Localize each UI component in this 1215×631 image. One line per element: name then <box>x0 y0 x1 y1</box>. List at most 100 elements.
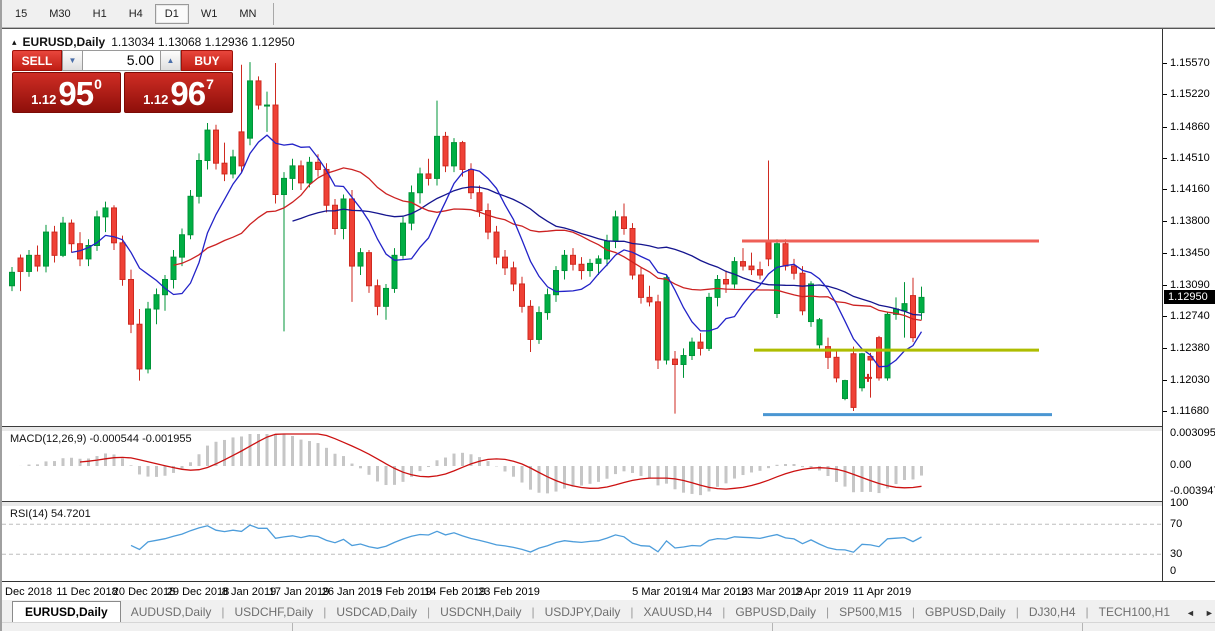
candle-body <box>622 217 627 229</box>
spin-down-icon: ▼ <box>69 56 77 65</box>
macd-axis-label: 0.003095 <box>1170 427 1215 439</box>
candle-body <box>137 324 142 369</box>
candle-body <box>197 161 202 197</box>
candle-body <box>10 272 15 285</box>
rsi-chart-canvas[interactable] <box>2 506 1162 580</box>
price-tick-mark <box>1163 158 1167 159</box>
candle-body <box>681 356 686 365</box>
candle-body <box>834 357 839 378</box>
current-price-tag: 1.12950 <box>1164 290 1215 304</box>
price-axis[interactable]: 1.155701.152201.148601.145101.141601.138… <box>1162 29 1215 599</box>
price-tick-label: 1.13800 <box>1170 215 1210 227</box>
candle-body <box>877 338 882 378</box>
candle-body <box>817 320 822 345</box>
price-tick-mark <box>1163 348 1167 349</box>
chart-tab-eurusd-daily[interactable]: EURUSD,Daily <box>12 601 121 622</box>
timeframe-button-w1[interactable]: W1 <box>191 4 228 24</box>
candle-body <box>860 354 865 388</box>
candle-body <box>273 105 278 194</box>
timeframe-button-m30[interactable]: M30 <box>39 4 80 24</box>
tabs-scroll-right-icon[interactable]: ► <box>1205 608 1214 618</box>
candle-body <box>69 223 74 244</box>
candle-body <box>418 174 423 193</box>
candle-body <box>460 143 465 170</box>
date-tick-label: 14 Feb 2019 <box>424 586 486 598</box>
price-chart-pane[interactable]: ▴ EURUSD,Daily 1.13034 1.13068 1.12936 1… <box>2 31 1162 426</box>
candle-body <box>698 342 703 348</box>
candle-body <box>690 342 695 355</box>
candle-body <box>409 193 414 223</box>
timeframe-button-h4[interactable]: H4 <box>119 4 153 24</box>
candle-body <box>316 162 321 169</box>
volume-input[interactable]: 5.00 <box>83 50 160 71</box>
candle-body <box>214 130 219 163</box>
candle-body <box>613 217 618 241</box>
sell-button[interactable]: SELL <box>12 50 62 71</box>
candle-body <box>809 284 814 322</box>
chart-tab-gbpusd-daily[interactable]: GBPUSD,Daily <box>915 602 1016 622</box>
candle-body <box>61 223 66 255</box>
sell-price-tile[interactable]: 1.12 95 0 <box>12 72 121 113</box>
chart-tab-audusd-daily[interactable]: AUDUSD,Daily <box>121 602 222 622</box>
tabs-scroll-left-icon[interactable]: ◄ <box>1186 608 1195 618</box>
candle-body <box>426 174 431 178</box>
timeframe-button-mn[interactable]: MN <box>229 4 266 24</box>
volume-increase-button[interactable]: ▲ <box>160 50 181 71</box>
candle-body <box>656 302 661 360</box>
date-tick-label: 14 Mar 2019 <box>686 586 748 598</box>
candle-body <box>724 279 729 283</box>
price-tick-label: 1.14510 <box>1170 152 1210 164</box>
candle-body <box>766 241 771 259</box>
buy-button[interactable]: BUY <box>181 50 233 71</box>
timeframe-button-d1[interactable]: D1 <box>155 4 189 24</box>
collapse-icon[interactable]: ▴ <box>12 37 17 48</box>
macd-indicator-pane[interactable]: MACD(12,26,9) -0.000544 -0.001955 <box>2 431 1162 501</box>
one-click-trade-panel: SELL ▼ 5.00 ▲ BUY 1.12 95 0 1.12 96 7 <box>12 50 233 114</box>
sell-price-pip-digit: 0 <box>94 76 102 92</box>
volume-decrease-button[interactable]: ▼ <box>62 50 83 71</box>
candle-body <box>180 235 185 257</box>
candle-body <box>239 132 244 166</box>
chart-tab-gbpusd-daily[interactable]: GBPUSD,Daily <box>725 602 826 622</box>
candle-body <box>588 263 593 270</box>
candle-body <box>647 297 652 301</box>
candle-body <box>205 130 210 160</box>
candle-body <box>282 178 287 194</box>
date-tick-label: 5 Mar 2019 <box>632 586 688 598</box>
price-tick-mark <box>1163 411 1167 412</box>
candle-body <box>511 268 516 284</box>
price-tick-label: 1.15570 <box>1170 57 1210 69</box>
chart-tab-sp500-m15[interactable]: SP500,M15 <box>829 602 912 622</box>
chart-tab-usdcnh-daily[interactable]: USDCNH,Daily <box>430 602 531 622</box>
date-tick-label: 2 Apr 2019 <box>795 586 848 598</box>
statusbar-divider <box>772 623 773 631</box>
chart-tab-usdchf-daily[interactable]: USDCHF,Daily <box>225 602 324 622</box>
candle-body <box>27 255 32 271</box>
candle-body <box>401 223 406 255</box>
date-axis[interactable]: 1 Dec 201811 Dec 201820 Dec 201829 Dec 2… <box>2 581 1215 602</box>
candle-body <box>129 279 134 324</box>
price-tick-label: 1.14860 <box>1170 121 1210 133</box>
candle-body <box>290 166 295 179</box>
timeframe-button-h1[interactable]: H1 <box>83 4 117 24</box>
trading-platform-window: 15M30H1H4D1W1MN ▴ EURUSD,Daily 1.13034 1… <box>0 0 1215 631</box>
timeframe-button-15[interactable]: 15 <box>5 4 37 24</box>
price-tick-label: 1.15220 <box>1170 88 1210 100</box>
statusbar-divider <box>1082 623 1083 631</box>
chart-tab-xauusd-h4[interactable]: XAUUSD,H4 <box>634 602 723 622</box>
candle-body <box>758 270 763 275</box>
status-bar <box>2 622 1215 631</box>
rsi-axis-label: 0 <box>1170 565 1176 577</box>
price-tick-label: 1.12030 <box>1170 374 1210 386</box>
candle-body <box>18 258 23 271</box>
candle-body <box>307 162 312 183</box>
chart-tab-usdjpy-daily[interactable]: USDJPY,Daily <box>535 602 631 622</box>
chart-tab-tech100-h1[interactable]: TECH100,H1 <box>1089 602 1180 622</box>
candle-body <box>486 211 491 232</box>
chart-tab-bar: EURUSD,DailyAUDUSD,Daily|USDCHF,Daily|US… <box>2 600 1215 623</box>
buy-price-tile[interactable]: 1.12 96 7 <box>124 72 233 113</box>
chart-tab-dj30-h4[interactable]: DJ30,H4 <box>1019 602 1086 622</box>
chart-tab-usdcad-daily[interactable]: USDCAD,Daily <box>326 602 427 622</box>
rsi-indicator-pane[interactable]: RSI(14) 54.7201 <box>2 506 1162 580</box>
price-tick-label: 1.11680 <box>1170 405 1209 417</box>
